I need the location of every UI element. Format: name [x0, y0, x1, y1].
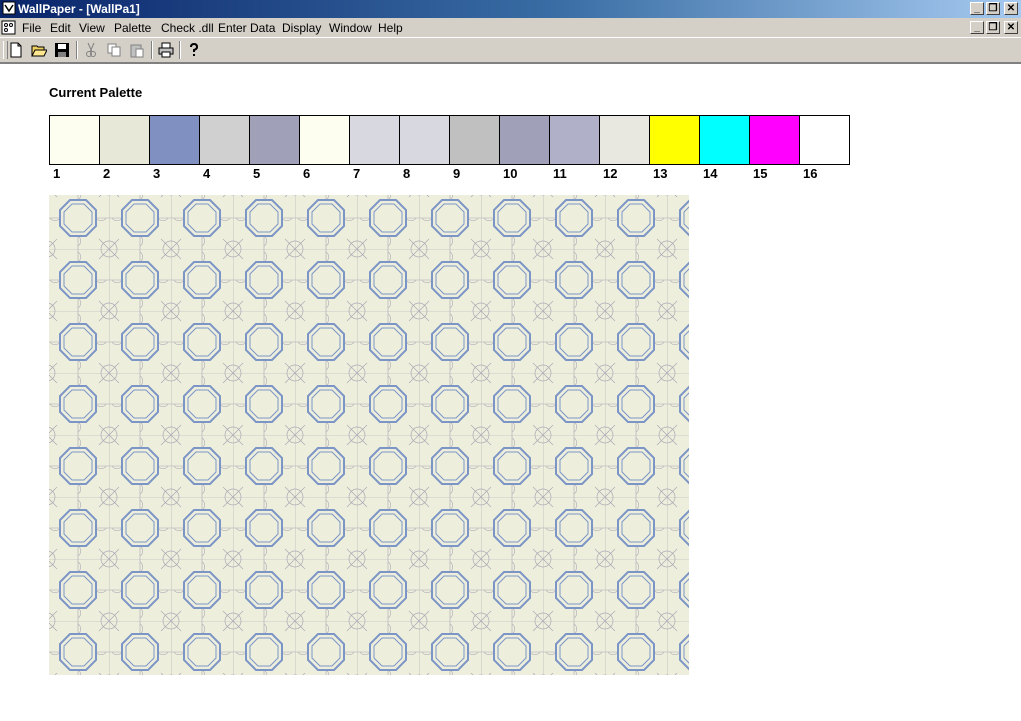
menu-edit[interactable]: Edit — [50, 21, 71, 35]
minimize-button[interactable]: _ — [970, 2, 984, 15]
palette-swatch-number: 16 — [803, 166, 818, 181]
palette-swatch-number: 10 — [503, 166, 518, 181]
palette-swatch[interactable] — [549, 115, 600, 165]
palette-swatch-number: 3 — [153, 166, 161, 181]
palette-swatch-number: 9 — [453, 166, 461, 181]
cut-icon — [86, 42, 96, 57]
menu-bar: File Edit View Palette Check .dll Enter … — [0, 18, 1021, 37]
palette-swatch[interactable] — [449, 115, 500, 165]
palette-swatch[interactable] — [799, 115, 850, 165]
palette-swatch[interactable] — [649, 115, 700, 165]
menu-window[interactable]: Window — [329, 21, 372, 35]
mdi-minimize-button[interactable]: _ — [970, 21, 984, 34]
menu-view[interactable]: View — [79, 21, 105, 35]
palette-swatch-number: 2 — [103, 166, 111, 181]
menu-help[interactable]: Help — [378, 21, 403, 35]
palette-swatch[interactable] — [399, 115, 450, 165]
restore-button[interactable]: ❐ — [986, 2, 1000, 15]
print-button[interactable] — [155, 40, 177, 60]
save-button[interactable] — [51, 40, 73, 60]
palette-swatch[interactable] — [499, 115, 550, 165]
palette-swatch-number: 5 — [253, 166, 261, 181]
mdi-close-button[interactable]: ✕ — [1004, 21, 1018, 34]
new-button[interactable] — [5, 40, 27, 60]
app-icon[interactable] — [2, 1, 16, 15]
copy-button[interactable] — [103, 40, 125, 60]
palette-swatch-number: 14 — [703, 166, 718, 181]
palette-swatch-number: 7 — [353, 166, 361, 181]
copy-icon — [107, 43, 121, 57]
paste-button[interactable] — [126, 40, 148, 60]
cut-button[interactable] — [80, 40, 102, 60]
palette-swatch[interactable] — [49, 115, 100, 165]
palette-swatch-number: 15 — [753, 166, 768, 181]
help-button[interactable] — [183, 40, 205, 60]
menu-palette[interactable]: Palette — [114, 21, 151, 35]
palette-swatch-number: 4 — [203, 166, 211, 181]
print-icon — [158, 42, 174, 58]
toolbar-separator — [76, 41, 78, 59]
palette-swatch[interactable] — [249, 115, 300, 165]
palette-swatch-number: 1 — [53, 166, 61, 181]
palette-swatch-number: 6 — [303, 166, 311, 181]
menu-enter-data[interactable]: Enter Data — [218, 21, 275, 35]
mdi-restore-button[interactable]: ❐ — [986, 21, 1000, 34]
toolbar — [0, 37, 1021, 63]
help-icon — [190, 42, 199, 56]
open-button[interactable] — [28, 40, 50, 60]
palette-heading: Current Palette — [49, 85, 143, 100]
palette-swatch[interactable] — [199, 115, 250, 165]
palette-swatch[interactable] — [699, 115, 750, 165]
menu-file[interactable]: File — [22, 21, 41, 35]
menu-display[interactable]: Display — [282, 21, 321, 35]
palette-swatch-number: 13 — [653, 166, 668, 181]
paste-icon — [130, 44, 144, 58]
palette-swatch[interactable] — [749, 115, 800, 165]
palette-swatch[interactable] — [599, 115, 650, 165]
document-icon[interactable] — [1, 20, 16, 35]
palette-swatch-number: 11 — [553, 166, 567, 181]
palette-swatch[interactable] — [99, 115, 150, 165]
save-icon — [55, 43, 69, 57]
palette-swatch[interactable] — [349, 115, 400, 165]
palette-swatch-number: 8 — [403, 166, 411, 181]
palette-swatch-number: 12 — [603, 166, 618, 181]
toolbar-separator — [151, 41, 153, 59]
new-icon — [10, 42, 22, 58]
window-title: WallPaper - [WallPa1] — [18, 2, 140, 16]
document-area: Current Palette 1 2 3 4 5 6 7 8 9 10 11 12 13 14 15 16 — [0, 63, 1021, 721]
close-button[interactable]: ✕ — [1004, 2, 1018, 15]
menu-check-dll[interactable]: Check .dll — [161, 21, 214, 35]
palette-swatch[interactable] — [299, 115, 350, 165]
palette-swatch[interactable] — [149, 115, 200, 165]
title-bar: WallPaper - [WallPa1] _ ❐ ✕ — [0, 0, 1021, 18]
wallpaper-pattern — [49, 195, 689, 675]
open-icon — [31, 45, 47, 57]
wallpaper-tiles — [49, 195, 689, 675]
toolbar-separator — [179, 41, 181, 59]
